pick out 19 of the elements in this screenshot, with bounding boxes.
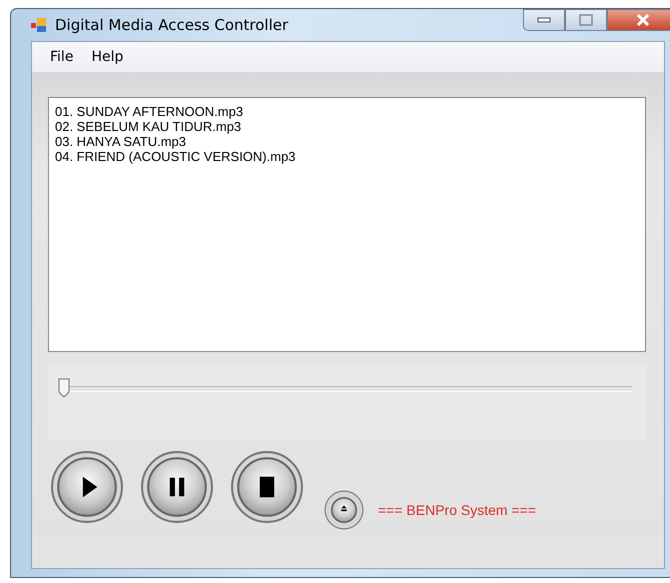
maximize-icon [579,14,593,26]
playlist-item[interactable]: 04. FRIEND (ACOUSTIC VERSION).mp3 [55,149,639,164]
playlist-item[interactable]: 01. SUNDAY AFTERNOON.mp3 [55,104,639,119]
playlist-box[interactable]: 01. SUNDAY AFTERNOON.mp3 02. SEBELUM KAU TIDUR.mp3 03. HANYA SATU.mp3 04. FRIEND (ACOUSTIC VERSION).mp3 [48,97,646,352]
menu-item[interactable]: File [44,47,80,67]
app-icon [31,18,47,32]
seek-slider[interactable] [58,378,632,400]
playlist-item[interactable]: 03. HANYA SATU.mp3 [55,134,639,149]
close-button[interactable] [607,9,670,31]
slider-thumb[interactable] [58,378,70,398]
playlist-item[interactable]: 02. SEBELUM KAU TIDUR.mp3 [55,119,639,134]
window-title: Digital Media Access Controller [55,16,288,34]
minimize-icon [537,17,551,23]
minimize-button[interactable] [523,9,565,31]
eject-button[interactable] [324,490,364,532]
close-icon [636,14,650,26]
brand-label: === BENPro System === [378,502,536,518]
menu-item[interactable]: Help [85,47,130,67]
maximize-button[interactable] [565,9,607,31]
